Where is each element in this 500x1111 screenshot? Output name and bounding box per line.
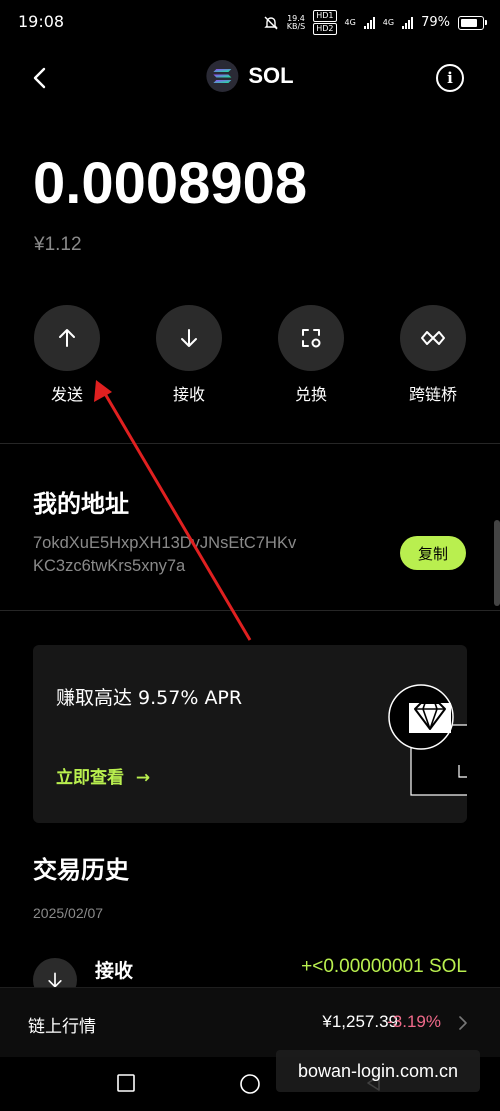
network-speed: 19.4 KB/S [286,13,306,31]
promo-text: 赚取高达 9.57% APR [56,687,243,709]
transaction-type: 接收 [95,960,134,982]
bridge-label: 跨链桥 [408,385,457,404]
divider [0,443,500,444]
wallet-address-line2: KC3zc6twKrs5xny7a [33,557,186,575]
history-section-title: 交易历史 [33,856,129,884]
transaction-amount: +<0.00000001 SOL [301,956,467,977]
bridge-icon [421,331,445,345]
title-group: SOL [206,60,294,92]
action-bar: 发送 接收 兑换 跨链桥 [0,305,500,405]
status-icons: 19.4 KB/S HD1 HD2 4G 4G 79% [263,10,487,35]
swap-label: 兑换 [294,385,327,404]
address-section-title: 我的地址 [33,490,129,518]
scroll-handle[interactable] [494,520,500,606]
battery-percent: 79% [421,15,450,30]
info-icon: i [447,69,453,87]
promo-view-link[interactable]: 立即查看 → [56,763,150,788]
diamond-illustration-icon [388,684,467,796]
market-label: 链上行情 [28,1017,96,1037]
transaction-row[interactable]: 接收 +<0.00000001 SOL [33,950,467,1002]
send-label: 发送 [50,385,83,404]
page-title: SOL [248,63,294,88]
battery-icon [458,15,487,30]
balance-amount: 0.0008908 [33,151,308,216]
hd2-badge: HD2 [313,23,337,35]
mute-bell-icon [264,16,278,29]
arrow-right-icon: → [135,768,151,788]
status-bar: 19:08 19.4 KB/S HD1 HD2 4G 4G 79% [0,0,500,44]
wallet-address-line1: 7okdXuE5HxpXH13DvJNsEtC7HKv [33,534,297,552]
sol-logo-icon [206,60,239,92]
receive-button[interactable]: 接收 [144,305,234,405]
signal-icon-2 [402,16,414,29]
watermark: bowan-login.com.cn [276,1050,480,1092]
send-button[interactable]: 发送 [22,305,112,405]
info-button[interactable]: i [436,64,464,92]
signal-icon [363,16,375,29]
earn-promo-card[interactable]: 赚取高达 9.57% APR 立即查看 → [33,645,467,823]
market-bar[interactable]: 链上行情 ¥1,257.39 -3.19% [0,987,500,1057]
receive-label: 接收 [172,385,205,404]
hd1-badge: HD1 [313,10,337,22]
arrow-down-icon [181,329,197,347]
divider [0,610,500,611]
home-button[interactable] [239,1073,261,1095]
status-time: 19:08 [18,12,65,31]
copy-address-button[interactable]: 复制 [400,536,466,570]
arrow-up-icon [59,329,75,347]
swap-icon [302,329,321,348]
swap-button[interactable]: 兑换 [266,305,356,405]
balance-fiat: ¥1.12 [34,234,82,255]
bridge-button[interactable]: 跨链桥 [388,305,478,405]
back-button[interactable] [26,64,54,92]
recent-apps-button[interactable] [116,1073,136,1093]
network-type-2: 4G [382,18,395,27]
market-change: -3.19% [387,1012,441,1031]
chevron-right-icon [459,1016,467,1030]
header: SOL i [0,52,500,104]
history-date: 2025/02/07 [33,905,104,921]
network-type-1: 4G [344,18,356,27]
